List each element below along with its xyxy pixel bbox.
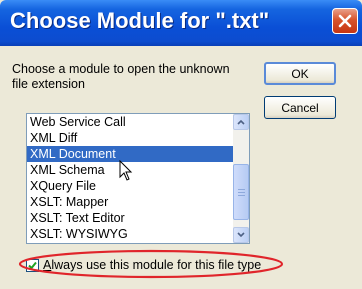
ok-button[interactable]: OK <box>264 62 336 85</box>
module-list-item[interactable]: Web Service Call <box>27 114 234 130</box>
title-bar[interactable]: Choose Module for ".txt" <box>0 0 362 46</box>
module-listbox[interactable]: Web Service Call XML Diff XML Document XML … <box>26 113 250 244</box>
module-list-item[interactable]: XML Diff <box>27 130 234 146</box>
arrow-cursor-icon <box>119 160 133 181</box>
module-list-item[interactable]: XSLT: Text Editor <box>27 210 234 226</box>
scroll-down-button[interactable] <box>233 227 249 243</box>
module-list-item[interactable]: XSLT: WYSIWYG <box>27 226 234 242</box>
prompt-text: Choose a module to open the unknown file… <box>12 62 230 91</box>
cancel-button[interactable]: Cancel <box>264 96 336 119</box>
dialog-title: Choose Module for ".txt" <box>10 8 270 33</box>
choose-module-dialog: Choose Module for ".txt" Choose a module… <box>0 0 362 289</box>
chevron-down-icon <box>237 232 245 238</box>
close-icon <box>338 14 352 28</box>
chevron-up-icon <box>237 119 245 125</box>
close-button[interactable] <box>332 8 358 34</box>
scroll-thumb[interactable] <box>233 164 249 220</box>
vertical-scrollbar[interactable] <box>233 114 249 243</box>
scroll-up-button[interactable] <box>233 114 249 130</box>
highlight-annotation-ellipse <box>18 249 284 279</box>
module-list-item[interactable]: XSLT: Mapper <box>27 194 234 210</box>
